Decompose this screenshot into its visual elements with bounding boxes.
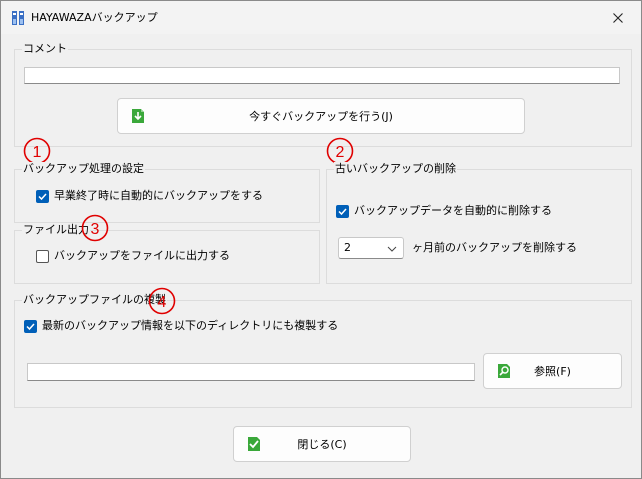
window-title: HAYAWAZAバックアップ xyxy=(31,11,158,24)
backup-now-label: 今すぐバックアップを行う(J) xyxy=(249,110,393,123)
auto-backup-checkbox[interactable] xyxy=(36,190,49,203)
months-select[interactable]: 2 xyxy=(338,237,404,259)
comment-group: コメント 今すぐバックアップを行う(J) xyxy=(14,42,632,147)
marker-2-text: 2 xyxy=(336,144,345,161)
months-select-value: 2 xyxy=(344,241,351,254)
marker-4: 4 xyxy=(148,287,176,318)
close-icon xyxy=(613,12,623,23)
old-backup-delete-group: 古いバックアップの削除 バックアップデータを自動的に削除する 2 ヶ月前のバック… xyxy=(326,162,632,284)
file-output-label: ファイル出力 xyxy=(22,223,90,237)
backup-settings-label: バックアップ処理の設定 xyxy=(22,162,145,176)
marker-1-text: 1 xyxy=(33,144,42,161)
marker-3-text: 3 xyxy=(91,221,100,238)
backup-now-button[interactable]: 今すぐバックアップを行う(J) xyxy=(117,98,525,134)
months-suffix-label: ヶ月前のバックアップを削除する xyxy=(412,241,577,254)
app-icon xyxy=(11,10,25,26)
backup-settings-group: バックアップ処理の設定 早業終了時に自動的にバックアップをする xyxy=(14,162,320,223)
backup-file-copy-label: バックアップファイルの複製 xyxy=(22,293,167,307)
backup-dialog: HAYAWAZAバックアップ コメント 今すぐバックアップを行う(J) 1 バッ… xyxy=(0,0,642,479)
close-window-button[interactable] xyxy=(595,1,641,34)
close-label: 閉じる(C) xyxy=(297,438,347,451)
comment-input[interactable] xyxy=(24,67,620,84)
old-backup-delete-label: 古いバックアップの削除 xyxy=(334,162,457,176)
directory-input[interactable] xyxy=(27,363,475,381)
chevron-down-icon xyxy=(387,246,397,252)
marker-3: 3 xyxy=(81,214,109,245)
file-output-group: ファイル出力 バックアップをファイルに出力する xyxy=(14,223,320,284)
auto-delete-checkbox[interactable] xyxy=(336,205,349,218)
browse-button[interactable]: 参照(F) xyxy=(483,353,622,389)
backup-file-copy-group: バックアップファイルの複製 最新のバックアップ情報を以下のディレクトリにも複製す… xyxy=(14,293,632,408)
copy-latest-label[interactable]: 最新のバックアップ情報を以下のディレクトリにも複製する xyxy=(42,319,338,333)
marker-4-text: 4 xyxy=(158,294,167,311)
auto-delete-label[interactable]: バックアップデータを自動的に削除する xyxy=(354,204,552,218)
auto-backup-label[interactable]: 早業終了時に自動的にバックアップをする xyxy=(54,189,263,203)
browse-label: 参照(F) xyxy=(534,365,571,378)
comment-group-label: コメント xyxy=(22,42,68,56)
title-bar: HAYAWAZAバックアップ xyxy=(1,1,641,34)
output-to-file-checkbox[interactable] xyxy=(36,250,49,263)
close-button[interactable]: 閉じる(C) xyxy=(233,426,411,462)
output-to-file-label[interactable]: バックアップをファイルに出力する xyxy=(54,249,230,263)
copy-latest-checkbox[interactable] xyxy=(24,320,37,333)
